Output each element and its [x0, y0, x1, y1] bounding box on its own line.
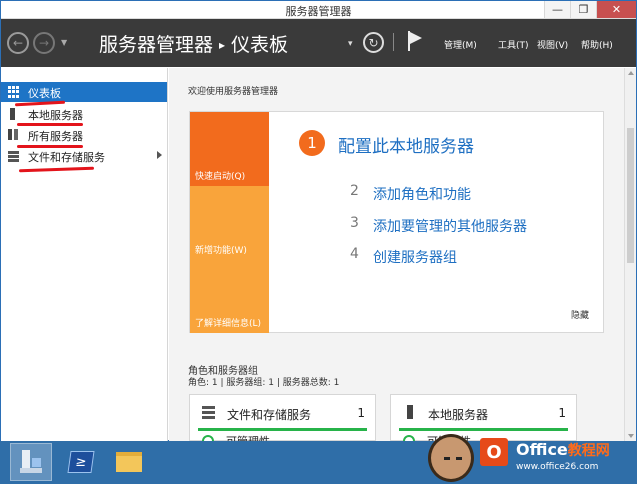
menu-manage[interactable]: 管理(M)	[444, 38, 477, 51]
storage-icon	[8, 150, 20, 162]
avatar	[428, 434, 474, 482]
back-button[interactable]: ←	[7, 32, 29, 54]
taskbar-powershell[interactable]: ≥	[60, 443, 102, 481]
header-divider	[393, 33, 394, 51]
step-number-badge: 1	[299, 130, 325, 156]
close-button[interactable]: ✕	[596, 1, 636, 18]
hide-link[interactable]: 隐藏	[571, 308, 589, 321]
brand-name-cn: 教程网	[567, 443, 610, 459]
tile-count: 1	[558, 406, 566, 420]
dashboard-content: 欢迎使用服务器管理器 快速启动(Q) 新增功能(W) 了解详细信息(L) 1 配…	[169, 68, 624, 448]
breadcrumb-dropdown-icon[interactable]: ▾	[348, 39, 353, 49]
role-tile-file-storage[interactable]: 文件和存储服务 1 可管理性	[189, 394, 376, 448]
tile-name: 本地服务器	[428, 408, 489, 422]
sidebar-item-label: 所有服务器	[28, 130, 83, 143]
dashboard-icon	[8, 86, 20, 98]
breadcrumb-current: 仪表板	[231, 34, 289, 56]
history-dropdown-icon[interactable]: ▼	[61, 38, 67, 47]
window-controls: — ❐ ✕	[544, 1, 636, 18]
server-manager-icon	[20, 450, 42, 474]
flag-cloth	[410, 32, 422, 44]
server-icon	[407, 405, 413, 419]
step-label: 创建服务器组	[373, 250, 457, 266]
expand-arrow-icon[interactable]	[157, 151, 162, 159]
avatar-eye	[444, 457, 450, 460]
menu-help[interactable]: 帮助(H)	[581, 38, 613, 51]
tab-label: 快速启动(Q)	[195, 172, 246, 182]
taskbar-server-manager[interactable]	[10, 443, 52, 481]
tile-name: 文件和存储服务	[227, 408, 312, 422]
window-title: 服务器管理器	[285, 5, 352, 18]
scroll-thumb[interactable]	[627, 128, 634, 263]
tab-quick-start[interactable]: 快速启动(Q)	[190, 112, 269, 186]
server-icon	[10, 108, 15, 120]
sidebar-item-label: 仪表板	[28, 87, 61, 100]
annotation-underline	[17, 123, 83, 126]
annotation-underline	[18, 166, 95, 173]
sidebar-item-file-storage[interactable]: 文件和存储服务	[1, 146, 167, 166]
servers-icon	[8, 129, 20, 141]
sidebar: 仪表板 本地服务器 所有服务器 文件和存储服务	[1, 68, 168, 441]
avatar-eye	[456, 457, 462, 460]
quick-start-panel: 快速启动(Q) 新增功能(W) 了解详细信息(L) 1 配置此本地服务器 2 添…	[189, 111, 604, 333]
tab-learn-more[interactable]: 了解详细信息(L)	[190, 260, 269, 333]
breadcrumb: 服务器管理器 ▸ 仪表板	[99, 30, 288, 57]
step-number: 4	[350, 246, 359, 262]
sidebar-item-label: 文件和存储服务	[28, 151, 105, 164]
welcome-title: 欢迎使用服务器管理器	[188, 87, 279, 97]
sidebar-item-local-server[interactable]: 本地服务器	[1, 104, 167, 124]
watermark: O Office教程网 www.office26.com	[424, 428, 637, 484]
minimize-button[interactable]: —	[544, 1, 570, 18]
taskbar-file-explorer[interactable]	[108, 443, 150, 481]
office-logo-icon: O	[480, 438, 508, 466]
header-bar: ← → ▼ 服务器管理器 ▸ 仪表板 ▾ ↻ 管理(M) 工具(T) 视图(V) 帮…	[1, 19, 636, 67]
tab-label: 了解详细信息(L)	[195, 319, 262, 329]
step-label: 添加要管理的其他服务器	[373, 219, 527, 235]
watermark-url: www.office26.com	[516, 462, 599, 472]
refresh-button[interactable]: ↻	[363, 32, 384, 53]
step-number: 3	[350, 215, 359, 231]
server-manager-window: 服务器管理器 — ❐ ✕ ← → ▼ 服务器管理器 ▸ 仪表板 ▾ ↻ 管理(M) …	[0, 0, 637, 448]
vertical-scrollbar[interactable]	[624, 68, 636, 441]
file-explorer-icon	[116, 452, 142, 472]
sidebar-item-dashboard[interactable]: 仪表板	[1, 82, 167, 102]
annotation-underline	[17, 145, 83, 148]
notifications-flag-icon[interactable]	[405, 31, 425, 53]
restore-button[interactable]: ❐	[570, 1, 596, 18]
title-bar[interactable]: 服务器管理器 — ❐ ✕	[1, 1, 636, 19]
sidebar-item-label: 本地服务器	[28, 109, 83, 122]
forward-button[interactable]: →	[33, 32, 55, 54]
tab-label: 新增功能(W)	[195, 246, 247, 256]
step-label: 添加角色和功能	[373, 187, 471, 203]
breadcrumb-root[interactable]: 服务器管理器	[99, 34, 213, 56]
watermark-brand: Office教程网	[516, 440, 610, 460]
tile-status-bar	[198, 428, 367, 431]
step-label: 配置此本地服务器	[338, 137, 474, 157]
sidebar-item-all-servers[interactable]: 所有服务器	[1, 125, 167, 145]
storage-icon	[202, 405, 216, 419]
tile-count: 1	[357, 406, 365, 420]
tab-whats-new[interactable]: 新增功能(W)	[190, 186, 269, 260]
brand-name: Office	[516, 440, 568, 459]
step-number: 2	[350, 183, 359, 199]
scroll-up-icon[interactable]	[628, 71, 634, 75]
menu-tools[interactable]: 工具(T)	[498, 38, 529, 51]
roles-summary: 角色: 1 | 服务器组: 1 | 服务器总数: 1	[188, 378, 340, 388]
powershell-icon: ≥	[67, 451, 95, 473]
breadcrumb-separator-icon: ▸	[219, 38, 226, 52]
menu-view[interactable]: 视图(V)	[537, 38, 568, 51]
